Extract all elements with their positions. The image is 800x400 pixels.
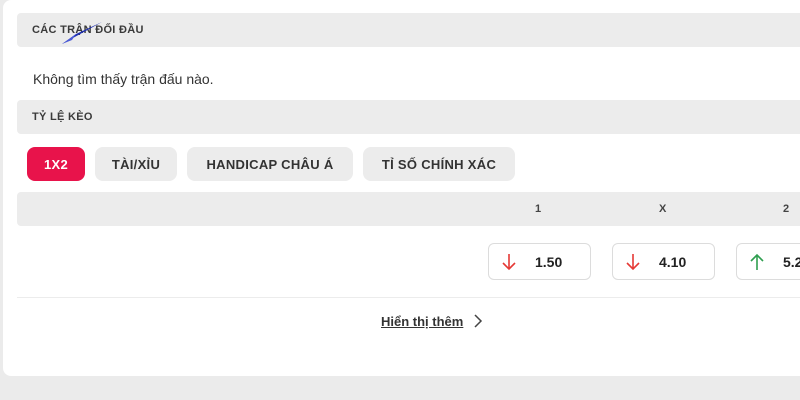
odds-value-away: 5.2 [783,253,800,270]
odds-button-home[interactable]: 1.50 [488,243,591,280]
column-label-home: 1 [535,203,542,215]
chevron-right-icon [474,314,483,328]
tab-asian-handicap[interactable]: HANDICAP CHÂU Á [187,147,353,181]
odds-tabs: 1X2 TÀI/XỈU HANDICAP CHÂU Á TỈ SỐ CHÍNH … [27,147,515,181]
arrow-down-icon [502,253,516,270]
arrow-up-icon [750,253,764,270]
tab-correct-score[interactable]: TỈ SỐ CHÍNH XÁC [363,147,515,181]
odds-button-away[interactable]: 5.2 [736,243,800,280]
head-to-head-empty-message: Không tìm thấy trận đấu nào. [33,71,214,87]
tab-1x2[interactable]: 1X2 [27,147,85,181]
odds-header: TỶ LỆ KÈO [17,100,800,134]
column-label-away: 2 [783,203,790,215]
odds-button-draw[interactable]: 4.10 [612,243,715,280]
column-label-draw: X [659,203,667,215]
arrow-down-icon [626,253,640,270]
odds-title: TỶ LỆ KÈO [32,111,93,123]
head-to-head-header: CÁC TRẬN ĐỐI ĐẦU [17,13,800,47]
tab-over-under[interactable]: TÀI/XỈU [95,147,177,181]
odds-value-home: 1.50 [535,253,563,270]
odds-columns-header: 1 X 2 [17,192,800,226]
divider [17,297,800,298]
odds-value-draw: 4.10 [659,253,687,270]
show-more-label: Hiển thị thêm [381,313,464,329]
show-more-link[interactable]: Hiển thị thêm [381,313,483,329]
watermark-logo-icon [62,22,102,44]
